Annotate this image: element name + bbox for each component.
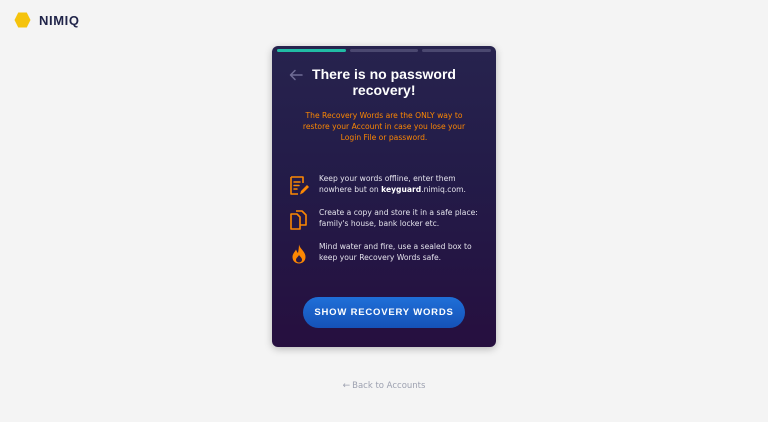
- nimiq-logo-icon: [14, 12, 31, 28]
- tip-fire: Mind water and fire, use a sealed box to…: [288, 241, 484, 275]
- progress-step-1: [277, 49, 346, 52]
- recovery-warning-text: The Recovery Words are the ONLY way to r…: [302, 111, 466, 142]
- tip-text: Keep your words offline, enter them nowh…: [319, 173, 484, 195]
- back-to-accounts-link[interactable]: ← Back to Accounts: [0, 381, 768, 391]
- copy-icon: [290, 210, 307, 230]
- tip-offline: Keep your words offline, enter them nowh…: [288, 173, 484, 207]
- arrow-left-icon[interactable]: [288, 67, 304, 83]
- step-progress: [277, 49, 492, 52]
- progress-step-3: [422, 49, 492, 52]
- fire-icon: [292, 244, 306, 264]
- progress-step-2: [349, 49, 419, 52]
- arrow-left-icon: ←: [342, 381, 351, 391]
- back-to-accounts-label: Back to Accounts: [352, 381, 426, 391]
- page-title: There is no password recovery!: [312, 66, 456, 98]
- tip-text-end: .nimiq.com.: [421, 185, 466, 194]
- show-recovery-words-button[interactable]: SHOW RECOVERY WORDS: [303, 297, 465, 328]
- brand[interactable]: NIMIQ: [14, 10, 80, 30]
- recovery-warning-card: There is no password recovery! The Recov…: [272, 46, 496, 347]
- brand-name: NIMIQ: [39, 12, 80, 28]
- tip-text: Create a copy and store it in a safe pla…: [319, 208, 478, 228]
- tip-text-bold: keyguard: [381, 185, 422, 194]
- document-pen-icon: [290, 176, 309, 195]
- tip-copy: Create a copy and store it in a safe pla…: [288, 207, 484, 241]
- tip-text: Mind water and fire, use a sealed box to…: [319, 242, 472, 262]
- tips-list: Keep your words offline, enter them nowh…: [288, 173, 484, 275]
